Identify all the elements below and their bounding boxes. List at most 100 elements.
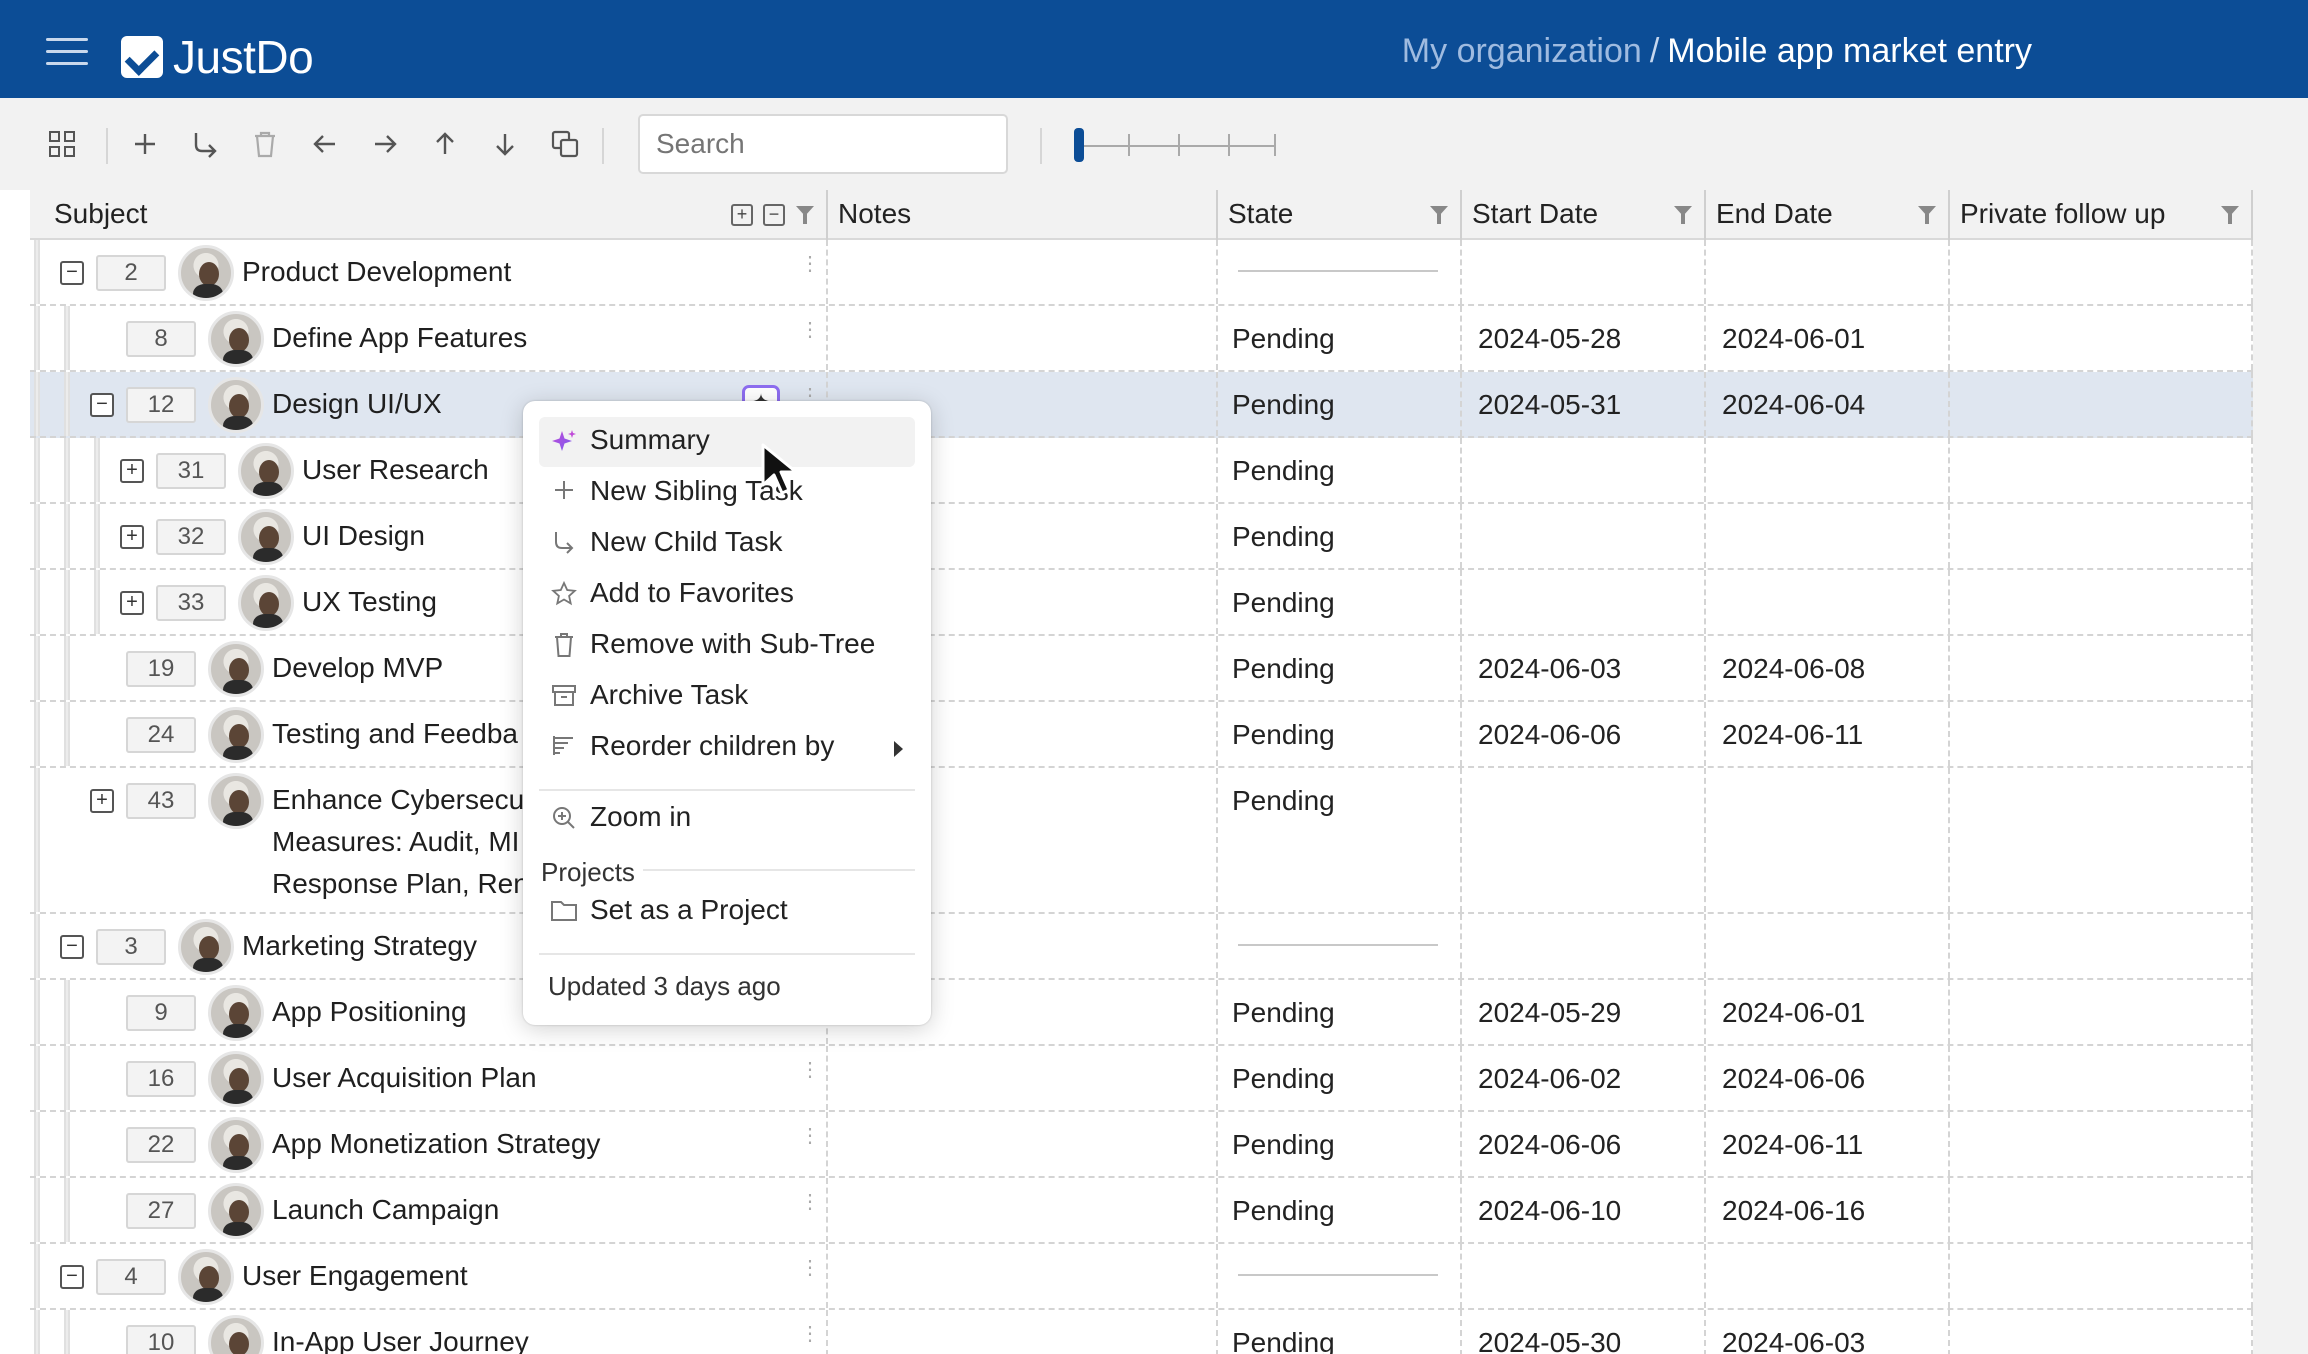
state-cell[interactable]: Pending [1218, 768, 1462, 912]
task-subject-line[interactable]: Enhance Cybersecu [272, 778, 524, 821]
task-subject[interactable]: User Engagement [242, 1254, 468, 1297]
menu-item-remove-with-sub-tree[interactable]: Remove with Sub-Tree [539, 621, 915, 671]
state-cell[interactable]: Pending [1218, 504, 1462, 568]
filter-icon[interactable] [1430, 206, 1448, 224]
menu-item-add-to-favorites[interactable]: Add to Favorites [539, 570, 915, 620]
add-child-icon[interactable] [185, 124, 225, 164]
state-cell[interactable] [1218, 914, 1462, 978]
task-row[interactable]: + 32 UI Design Pending [30, 504, 2253, 570]
column-header-start-date[interactable]: Start Date [1462, 190, 1706, 240]
state-cell[interactable]: Pending [1218, 1178, 1462, 1242]
start-date-cell[interactable]: 2024-05-29 [1462, 980, 1706, 1044]
private-follow-up-cell[interactable] [1950, 1244, 2253, 1308]
private-follow-up-cell[interactable] [1950, 438, 2253, 502]
private-follow-up-cell[interactable] [1950, 980, 2253, 1044]
expand-toggle-icon[interactable]: + [120, 591, 144, 615]
start-date-cell[interactable] [1462, 438, 1706, 502]
end-date-cell[interactable] [1706, 570, 1950, 634]
collapse-toggle-icon[interactable]: − [60, 261, 84, 285]
start-date-cell[interactable] [1462, 1244, 1706, 1308]
copy-icon[interactable] [545, 124, 585, 164]
column-header-end-date[interactable]: End Date [1706, 190, 1950, 240]
task-subject[interactable]: App Positioning [272, 990, 467, 1033]
start-date-cell[interactable] [1462, 570, 1706, 634]
task-row[interactable]: − 3 Marketing Strategy ⋮ [30, 914, 2253, 980]
row-menu-icon[interactable]: ⋮ [800, 1192, 820, 1212]
task-subject[interactable]: UI Design [302, 514, 425, 557]
private-follow-up-cell[interactable] [1950, 570, 2253, 634]
hamburger-menu-icon[interactable] [46, 38, 88, 66]
start-date-cell[interactable]: 2024-05-31 [1462, 372, 1706, 436]
state-cell[interactable] [1218, 240, 1462, 304]
row-menu-icon[interactable]: ⋮ [800, 1324, 820, 1344]
private-follow-up-cell[interactable] [1950, 1046, 2253, 1110]
row-menu-icon[interactable]: ⋮ [800, 386, 820, 406]
task-row-selected[interactable]: − 12 Design UI/UX ✦ ⋮ Pending 2024-05-31… [30, 372, 2253, 438]
notes-cell[interactable] [828, 1310, 1218, 1354]
task-subject[interactable]: Marketing Strategy [242, 924, 477, 967]
task-row[interactable]: 24 Testing and Feedba Pending 2024-06-06… [30, 702, 2253, 768]
end-date-cell[interactable]: 2024-06-01 [1706, 306, 1950, 370]
menu-item-archive-task[interactable]: Archive Task [539, 672, 915, 722]
collapse-toggle-icon[interactable]: − [90, 393, 114, 417]
state-cell[interactable]: Pending [1218, 980, 1462, 1044]
task-row[interactable]: 8 Define App Features ⋮ Pending 2024-05-… [30, 306, 2253, 372]
start-date-cell[interactable] [1462, 504, 1706, 568]
state-cell[interactable]: Pending [1218, 636, 1462, 700]
start-date-cell[interactable]: 2024-06-06 [1462, 702, 1706, 766]
start-date-cell[interactable] [1462, 914, 1706, 978]
collapse-all-icon[interactable]: − [763, 204, 785, 226]
end-date-cell[interactable]: 2024-06-11 [1706, 1112, 1950, 1176]
filter-icon[interactable] [1674, 206, 1692, 224]
task-row[interactable]: 27 Launch Campaign ⋮ Pending 2024-06-10 … [30, 1178, 2253, 1244]
task-subject[interactable]: Design UI/UX [272, 382, 442, 425]
expand-toggle-icon[interactable]: + [90, 789, 114, 813]
subject-cell[interactable]: − 2 Product Development ⋮ [30, 240, 828, 304]
task-row[interactable]: + 43 Enhance Cybersecu Measures: Audit, … [30, 768, 2253, 914]
end-date-cell[interactable]: 2024-06-08 [1706, 636, 1950, 700]
private-follow-up-cell[interactable] [1950, 636, 2253, 700]
search-input[interactable] [638, 114, 1008, 174]
task-row[interactable]: 9 App Positioning ⋮ Pending 2024-05-29 2… [30, 980, 2253, 1046]
task-subject[interactable]: User Acquisition Plan [272, 1056, 537, 1099]
start-date-cell[interactable]: 2024-06-02 [1462, 1046, 1706, 1110]
column-header-private-follow-up[interactable]: Private follow up [1950, 190, 2253, 240]
collapse-toggle-icon[interactable]: − [60, 1265, 84, 1289]
private-follow-up-cell[interactable] [1950, 240, 2253, 304]
expand-toggle-icon[interactable]: + [120, 525, 144, 549]
filter-icon[interactable] [1918, 206, 1936, 224]
state-cell[interactable]: Pending [1218, 306, 1462, 370]
task-row[interactable]: 10 In-App User Journey ⋮ Pending 2024-05… [30, 1310, 2253, 1354]
menu-item-set-as-project[interactable]: Set as a Project [539, 887, 915, 937]
zoom-slider-track[interactable] [1078, 145, 1276, 147]
state-cell[interactable]: Pending [1218, 570, 1462, 634]
end-date-cell[interactable] [1706, 768, 1950, 912]
task-subject[interactable]: User Research [302, 448, 489, 491]
indent-right-icon[interactable] [365, 124, 405, 164]
task-row[interactable]: − 4 User Engagement ⋮ [30, 1244, 2253, 1310]
menu-item-reorder-children-by[interactable]: Reorder children by [539, 723, 915, 773]
breadcrumb-org[interactable]: My organization [1402, 32, 1642, 70]
subject-cell[interactable]: − 4 User Engagement ⋮ [30, 1244, 828, 1308]
expand-all-icon[interactable]: + [731, 204, 753, 226]
task-row[interactable]: − 2 Product Development ⋮ [30, 240, 2253, 306]
private-follow-up-cell[interactable] [1950, 1112, 2253, 1176]
grid-view-icon[interactable] [42, 124, 82, 164]
task-row[interactable]: 16 User Acquisition Plan ⋮ Pending 2024-… [30, 1046, 2253, 1112]
subject-cell[interactable]: 8 Define App Features ⋮ [30, 306, 828, 370]
end-date-cell[interactable]: 2024-06-11 [1706, 702, 1950, 766]
start-date-cell[interactable]: 2024-06-03 [1462, 636, 1706, 700]
task-subject[interactable]: Testing and Feedba [272, 712, 518, 755]
expand-toggle-icon[interactable]: + [120, 459, 144, 483]
end-date-cell[interactable]: 2024-06-03 [1706, 1310, 1950, 1354]
subject-cell[interactable]: 16 User Acquisition Plan ⋮ [30, 1046, 828, 1110]
row-menu-icon[interactable]: ⋮ [800, 254, 820, 274]
end-date-cell[interactable]: 2024-06-06 [1706, 1046, 1950, 1110]
menu-item-summary[interactable]: Summary [539, 417, 915, 467]
task-subject-line[interactable]: Measures: Audit, MI [272, 820, 519, 863]
start-date-cell[interactable] [1462, 768, 1706, 912]
menu-item-new-child-task[interactable]: New Child Task [539, 519, 915, 569]
filter-icon[interactable] [2221, 206, 2239, 224]
app-logo[interactable]: JustDo [121, 30, 314, 84]
row-menu-icon[interactable]: ⋮ [800, 320, 820, 340]
